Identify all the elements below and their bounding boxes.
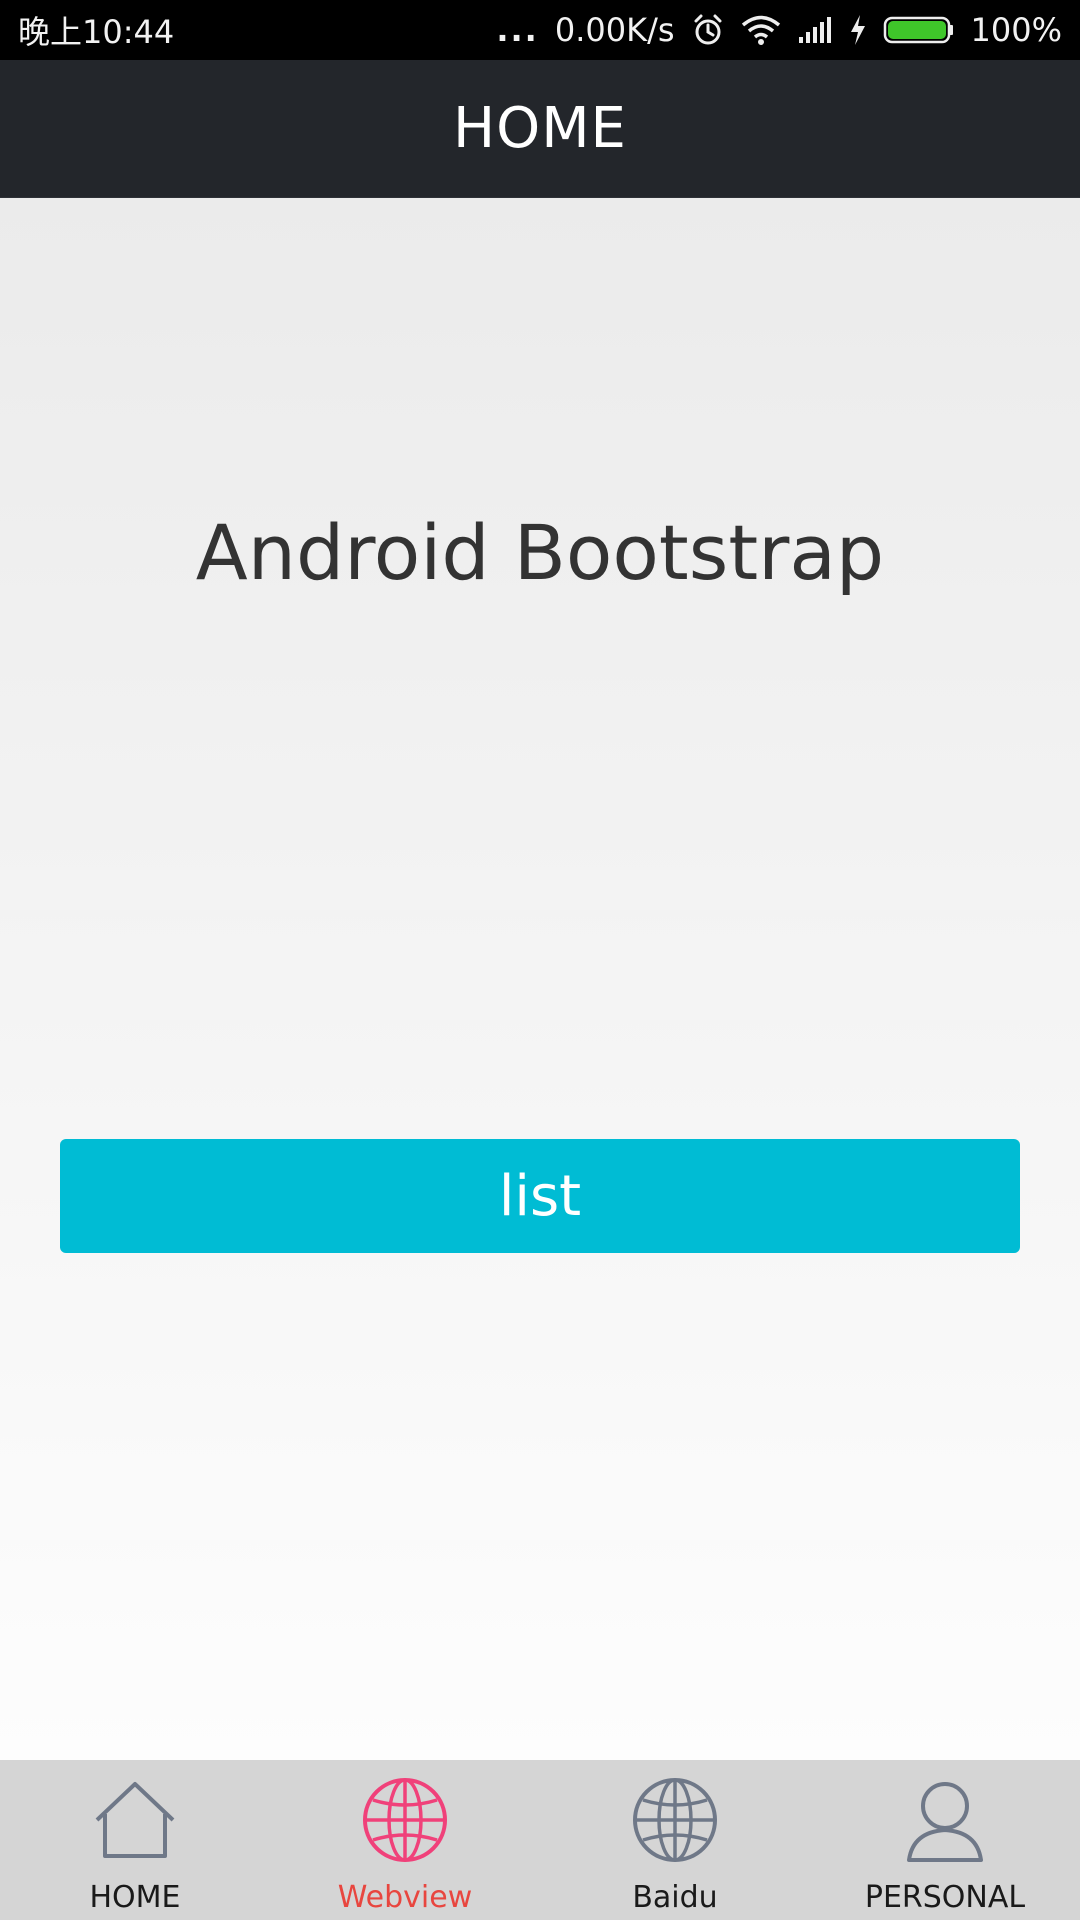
app-screen: 晚上10:44 ... 0.00K/s 100% HOME Android Bo… [0,0,1080,1920]
hero-title: Android Bootstrap [195,508,885,597]
nav-item-webview[interactable]: Webview [270,1760,540,1920]
bottom-nav: HOME Webview Baidu PERSONAL [0,1760,1080,1920]
battery-icon [883,14,955,46]
nav-label-baidu: Baidu [632,1880,718,1915]
battery-percent: 100% [970,11,1062,49]
nav-label-personal: PERSONAL [864,1880,1026,1915]
signal-icon [797,15,833,45]
status-time: 晚上10:44 [18,13,175,51]
user-icon [907,1782,983,1862]
nav-item-home[interactable]: HOME [0,1760,270,1920]
globe-icon [363,1778,447,1862]
wifi-icon [741,14,781,46]
alarm-icon [691,13,725,47]
nav-item-baidu[interactable]: Baidu [540,1760,810,1920]
home-icon [95,1782,175,1858]
status-left: 晚上10:44 [18,7,174,53]
app-bar: HOME [0,60,1080,198]
status-right: ... 0.00K/s 100% [496,11,1062,49]
net-speed: 0.00K/s [554,11,675,49]
nav-item-personal[interactable]: PERSONAL [810,1760,1080,1920]
charging-icon [849,14,867,46]
nav-label-home: HOME [89,1880,181,1915]
globe-icon [633,1778,717,1862]
status-bar: 晚上10:44 ... 0.00K/s 100% [0,0,1080,60]
page-title: HOME [453,96,627,161]
list-button[interactable]: list [60,1139,1020,1253]
main-content: Android Bootstrap list [0,198,1080,1760]
status-dots: ... [496,11,539,49]
nav-label-webview: Webview [337,1880,473,1915]
